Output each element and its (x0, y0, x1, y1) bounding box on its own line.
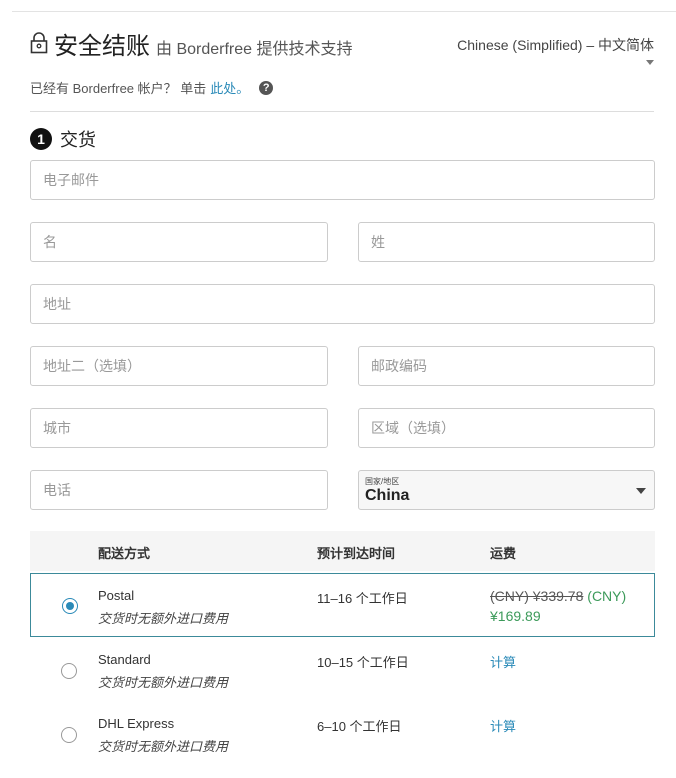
step-number: 1 (30, 128, 52, 150)
top-divider (12, 11, 676, 12)
country-value: China (365, 486, 410, 504)
radio-unselected[interactable] (61, 663, 77, 679)
country-select[interactable]: 国家/地区 China (358, 470, 655, 510)
first-name-field[interactable]: 名 (30, 222, 328, 262)
city-field[interactable]: 城市 (30, 408, 328, 448)
header-cost: 运费 (490, 546, 517, 561)
method-note: 交货时无额外进口费用 (98, 611, 229, 626)
shipping-option-dhl[interactable]: DHL Express 交货时无额外进口费用 6–10 个工作日 计算 (30, 703, 655, 765)
country-label: 国家/地区 (365, 476, 400, 486)
delivery-time: 11–16 个工作日 (317, 591, 408, 606)
currency-label: (CNY) (587, 588, 627, 604)
shipping-option-postal[interactable]: Postal 交货时无额外进口费用 11–16 个工作日 (CNY) ¥339.… (30, 573, 655, 637)
old-price: (CNY) ¥339.78 (490, 588, 584, 604)
method-note: 交货时无额外进口费用 (98, 675, 229, 690)
chevron-down-icon[interactable] (646, 60, 654, 65)
phone-field[interactable]: 电话 (30, 470, 328, 510)
delivery-time: 10–15 个工作日 (317, 655, 409, 670)
method-note: 交货时无额外进口费用 (98, 739, 229, 754)
account-prompt: 已经有 Borderfree 帐户？ 单击 此处。 ? (30, 78, 274, 97)
shipping-option-standard[interactable]: Standard 交货时无额外进口费用 10–15 个工作日 计算 (30, 639, 655, 701)
email-field[interactable]: 电子邮件 (30, 160, 655, 200)
header-time: 预计到达时间 (317, 546, 396, 561)
account-text: 已经有 Borderfree 帐户？ 单击 (30, 81, 207, 96)
region-field[interactable]: 区域（选填） (358, 408, 655, 448)
new-price: ¥169.89 (490, 608, 541, 624)
shipping-table-header: 配送方式 预计到达时间 运费 (30, 531, 655, 571)
lock-icon (30, 32, 48, 54)
step-title: 交货 (60, 130, 96, 150)
header-method: 配送方式 (98, 546, 151, 561)
step-heading: 1 交货 (30, 126, 96, 152)
login-link[interactable]: 此处。 (210, 78, 249, 97)
delivery-time: 6–10 个工作日 (317, 719, 402, 734)
calculate-link[interactable]: 计算 (490, 652, 516, 671)
calculate-link[interactable]: 计算 (490, 716, 516, 735)
powered-by: 由 Borderfree 提供技术支持 (156, 41, 353, 58)
method-name: DHL Express (98, 716, 175, 731)
radio-unselected[interactable] (61, 727, 77, 743)
page-header: 安全结账 由 Borderfree 提供技术支持 (30, 26, 353, 61)
address-field[interactable]: 地址 (30, 284, 655, 324)
method-name: Standard (98, 652, 151, 667)
postal-code-field[interactable]: 邮政编码 (358, 346, 655, 386)
divider (30, 111, 654, 112)
chevron-down-icon (636, 488, 646, 494)
radio-selected[interactable] (62, 598, 78, 614)
method-name: Postal (98, 588, 135, 603)
language-selector[interactable]: Chinese (Simplified) – 中文简体 (457, 35, 654, 55)
last-name-field[interactable]: 姓 (358, 222, 655, 262)
page-title: 安全结账 (54, 33, 150, 60)
help-icon[interactable]: ? (259, 80, 274, 95)
address2-field[interactable]: 地址二（选填） (30, 346, 328, 386)
